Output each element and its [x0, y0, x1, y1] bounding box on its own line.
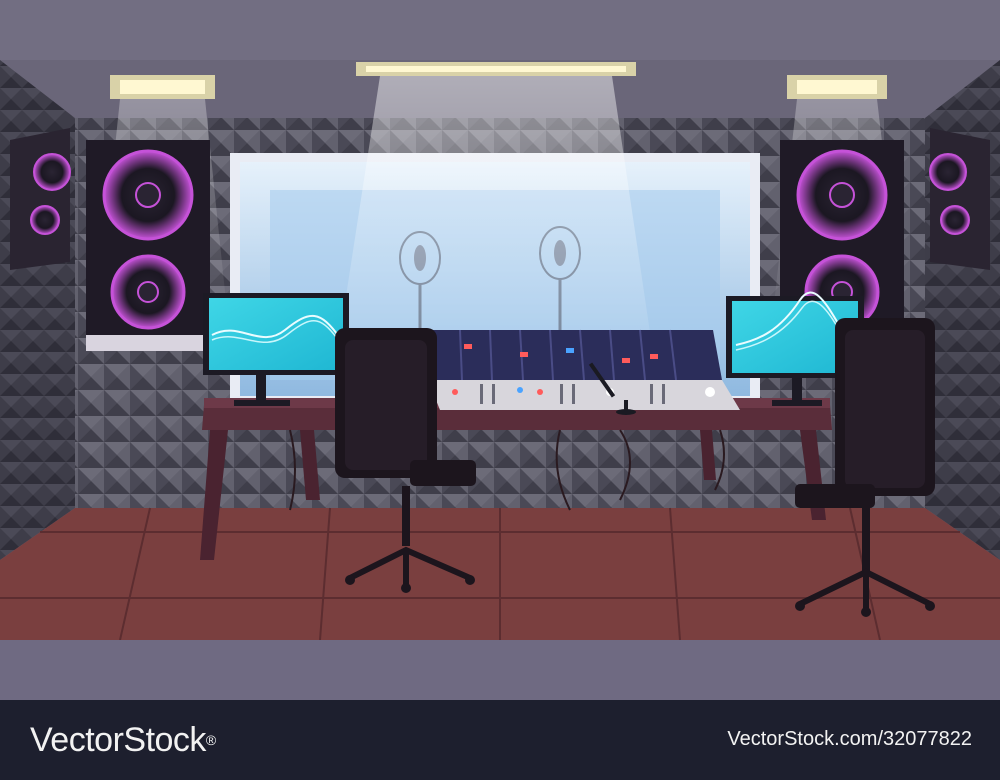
image-reference: VectorStock.com/32077822	[727, 728, 972, 750]
watermark-bar: VectorStock ® VectorStock.com/32077822	[0, 700, 1000, 780]
wall-speaker-left	[10, 128, 71, 270]
wall-speaker-right	[929, 128, 990, 270]
mixing-console	[425, 329, 740, 415]
brand-name: VectorStock	[30, 720, 206, 759]
recording-studio-illustration	[0, 0, 1000, 700]
registered-mark: ®	[205, 732, 216, 748]
vectorstock-logo: VectorStock ®	[30, 720, 216, 760]
studio-monitor-speaker-left	[86, 140, 210, 351]
